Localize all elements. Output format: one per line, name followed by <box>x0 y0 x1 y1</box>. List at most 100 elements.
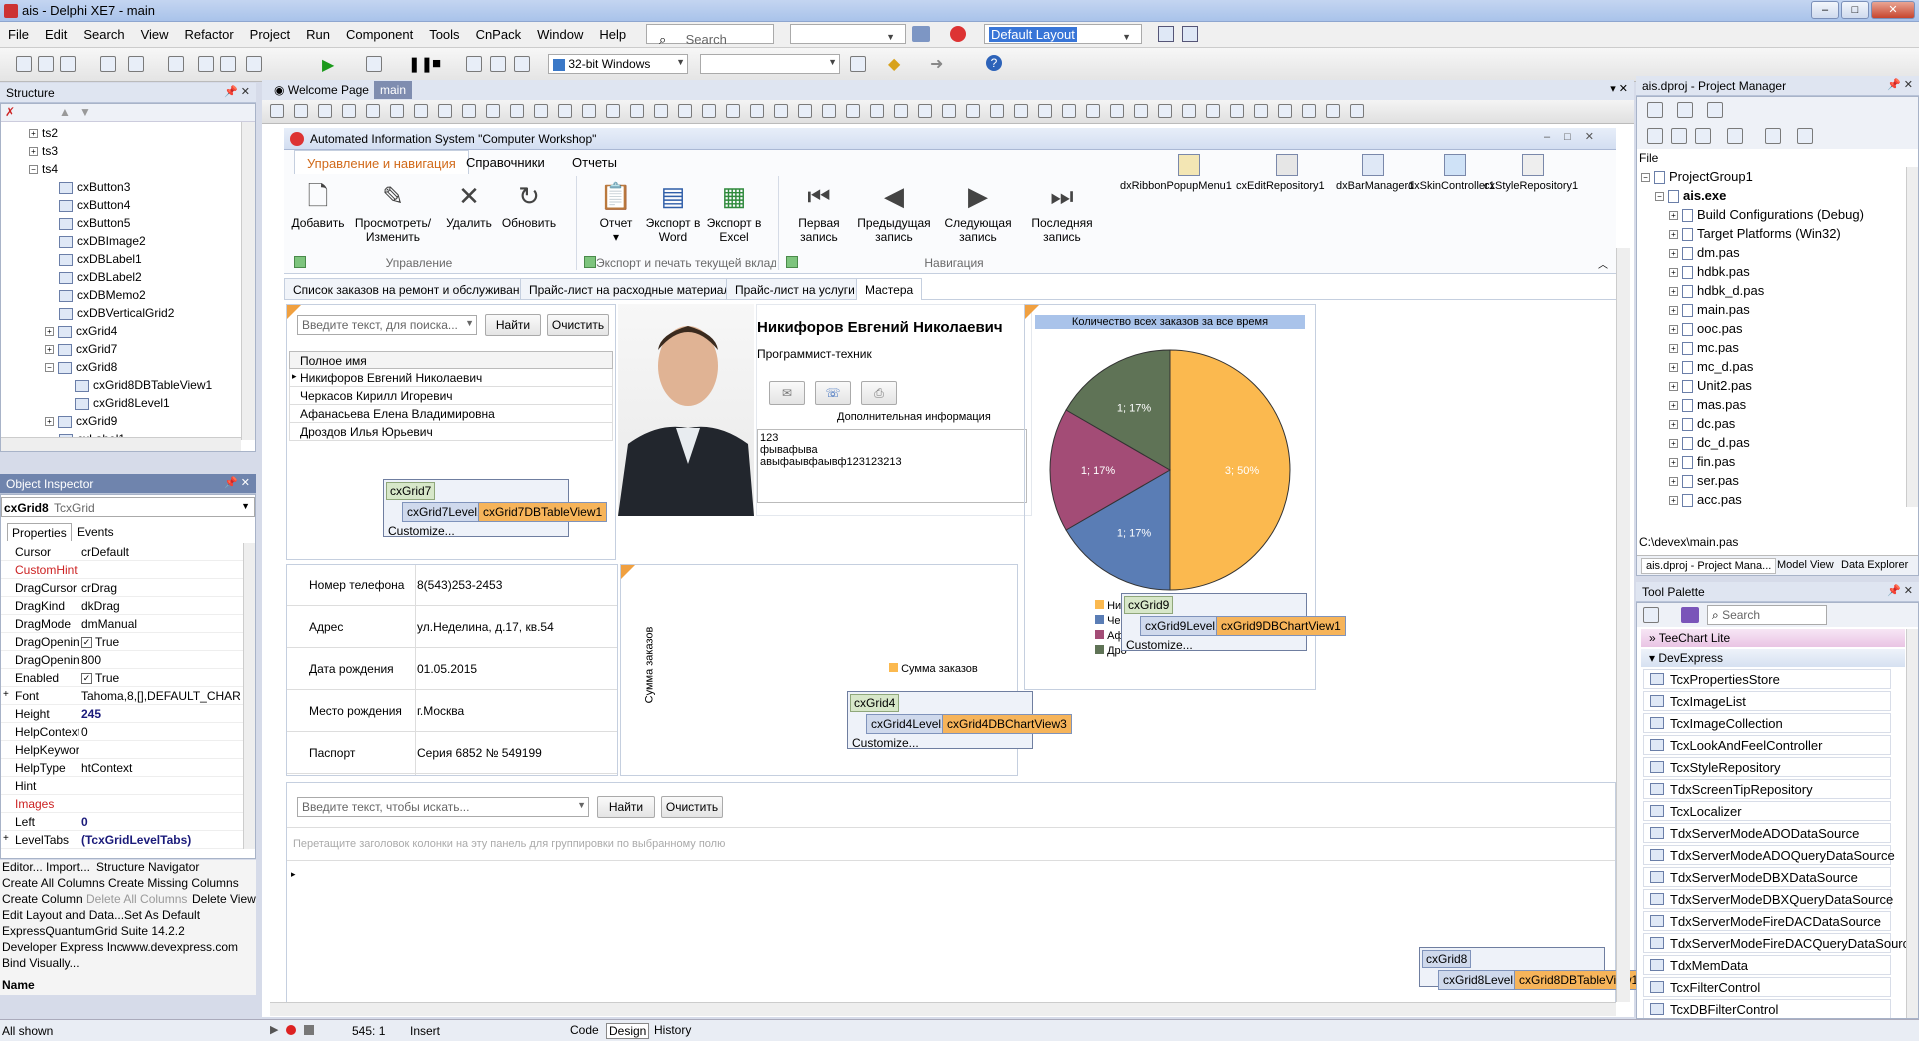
expand-icon[interactable] <box>1671 128 1687 144</box>
project-tree-item[interactable]: + mc.pas <box>1669 340 1739 356</box>
expand-toggle-icon[interactable]: + <box>3 689 9 700</box>
inspector-property-row[interactable]: HelpType htContext <box>1 759 255 777</box>
ribbon-tab-reports[interactable]: Отчеты <box>560 150 629 174</box>
project-tree-item[interactable]: + mas.pas <box>1669 397 1746 413</box>
project-tree-item[interactable]: − ProjectGroup1 <box>1641 169 1753 185</box>
align-tool-icon[interactable] <box>414 104 428 118</box>
maximize-button[interactable]: □ <box>1841 1 1869 19</box>
print-button[interactable]: ⎙ <box>861 381 897 405</box>
edit-repository-component-icon[interactable] <box>1276 154 1298 176</box>
tab-main[interactable]: main <box>374 81 413 99</box>
expand-toggle-icon[interactable]: + <box>1669 306 1678 316</box>
add-button[interactable]: 🗋 Добавить <box>290 180 346 230</box>
config-select[interactable]: ▼ <box>700 54 840 74</box>
palette-item[interactable]: TdxServerModeFireDACDataSource <box>1643 911 1891 931</box>
expand-toggle-icon[interactable]: + <box>1669 382 1678 392</box>
align-tool-icon[interactable] <box>870 104 884 118</box>
form-window-buttons[interactable]: –□✕ <box>1544 130 1608 143</box>
align-tool-icon[interactable] <box>846 104 860 118</box>
align-tool-icon[interactable] <box>1326 104 1340 118</box>
group-options-icon[interactable] <box>294 256 306 268</box>
palette-item[interactable]: TdxServerModeDBXDataSource <box>1643 867 1891 887</box>
cxgrid7-designer[interactable]: cxGrid7 cxGrid7Level1 cxGrid7DBTableView… <box>383 479 608 538</box>
tab-code[interactable]: Code <box>568 1023 601 1037</box>
align-tool-icon[interactable] <box>1134 104 1148 118</box>
grid-view-label[interactable]: cxGrid9DBChartView1 <box>1216 616 1346 636</box>
structure-tree-item[interactable]: cxButton4 <box>59 198 130 212</box>
expand-toggle-icon[interactable]: + <box>1669 363 1678 373</box>
new-project-icon[interactable] <box>1647 102 1663 118</box>
project-tree-item[interactable]: + ooc.pas <box>1669 321 1743 337</box>
project-tree-item[interactable]: + hdbk_d.pas <box>1669 283 1764 299</box>
refresh-button[interactable]: ↻ Обновить <box>498 180 560 230</box>
create-all-columns-link[interactable]: Create All Columns <box>2 876 105 890</box>
prev-record-button[interactable]: ◀ Предыдущая запись <box>852 180 936 244</box>
editor-link[interactable]: Editor... <box>2 860 43 874</box>
save-icon[interactable] <box>168 56 184 72</box>
expand-toggle-icon[interactable]: + <box>3 833 9 844</box>
open-folder-icon[interactable] <box>1677 102 1693 118</box>
structure-tree-item[interactable]: + ts3 <box>29 144 58 158</box>
menu-component[interactable]: Component <box>338 22 421 47</box>
palette-item[interactable]: TcxImageCollection <box>1643 713 1891 733</box>
window-title-bar[interactable]: ais - Delphi XE7 - main – □ ✕ <box>0 0 1919 22</box>
views-icon[interactable] <box>1707 102 1723 118</box>
align-tool-icon[interactable] <box>774 104 788 118</box>
expand-toggle-icon[interactable]: + <box>1669 211 1678 221</box>
tab-project-manager[interactable]: ais.dproj - Project Mana... <box>1641 558 1777 574</box>
open-icon[interactable] <box>128 56 144 72</box>
align-tool-icon[interactable] <box>678 104 692 118</box>
align-tool-icon[interactable] <box>654 104 668 118</box>
config-icon[interactable] <box>850 56 866 72</box>
save-desktop-icon[interactable] <box>1158 26 1174 42</box>
project-tree-item[interactable]: + dc.pas <box>1669 416 1735 432</box>
align-tool-icon[interactable] <box>750 104 764 118</box>
expand-toggle-icon[interactable]: + <box>1669 230 1678 240</box>
pin-icon[interactable]: 📌 ✕ <box>1887 584 1913 597</box>
cxgrid8-designer[interactable]: cxGrid8 cxGrid8Level1 cxGrid8DBTableView… <box>1419 947 1644 990</box>
masters-search-input[interactable]: Введите текст, для поиска... ▼ <box>297 315 477 335</box>
inspector-property-row[interactable]: CustomHint <box>1 561 255 579</box>
palette-item[interactable]: TcxImageList <box>1643 691 1891 711</box>
structure-tree-item[interactable]: cxGrid8Level1 <box>75 396 170 410</box>
expand-toggle-icon[interactable]: + <box>29 129 38 139</box>
structure-tree-item[interactable]: + ts2 <box>29 126 58 140</box>
align-tool-icon[interactable] <box>966 104 980 118</box>
ide-combo-blank[interactable]: ▼ <box>790 24 906 44</box>
palette-item[interactable]: TcxPropertiesStore <box>1643 669 1891 689</box>
expand-toggle-icon[interactable]: − <box>1641 173 1650 183</box>
create-column-link[interactable]: Create Column <box>2 892 83 906</box>
delete-button[interactable]: ✕ Удалить <box>440 180 498 230</box>
project-tree-item[interactable]: + dm.pas <box>1669 245 1740 261</box>
popup-menu-component-icon[interactable] <box>1178 154 1200 176</box>
group-options-icon[interactable] <box>786 256 798 268</box>
align-tool-icon[interactable] <box>462 104 476 118</box>
collapse-ribbon-icon[interactable]: ︿ <box>1598 256 1608 271</box>
project-tree-item[interactable]: + Build Configurations (Debug) <box>1669 207 1864 223</box>
pm-vscrollbar[interactable] <box>1906 167 1918 507</box>
stop-icon[interactable] <box>950 26 966 42</box>
align-tool-icon[interactable] <box>1254 104 1268 118</box>
step-over-icon[interactable] <box>490 56 506 72</box>
palette-item[interactable]: TcxDBFilterControl <box>1643 999 1891 1018</box>
align-tool-icon[interactable] <box>1206 104 1220 118</box>
stop-run-icon[interactable]: ■ <box>432 55 441 72</box>
customize-link[interactable]: Customize... <box>1126 638 1193 652</box>
project-tree-item[interactable]: + dc_d.pas <box>1669 435 1750 451</box>
email-button[interactable]: ✉ <box>769 381 805 405</box>
align-tool-icon[interactable] <box>798 104 812 118</box>
inspector-property-row[interactable]: Hint <box>1 777 255 795</box>
align-tool-icon[interactable] <box>894 104 908 118</box>
customize-link[interactable]: Customize... <box>388 524 455 538</box>
bind-visually-link[interactable]: Bind Visually... <box>2 956 80 970</box>
tab-properties[interactable]: Properties <box>7 523 72 541</box>
menu-search[interactable]: Search <box>75 22 132 47</box>
delete-view-link[interactable]: Delete View <box>192 892 256 906</box>
pie-chart[interactable]: 3; 50% 1; 17% 1; 17% 1; 17% <box>1045 345 1295 595</box>
run-no-debug-icon[interactable] <box>366 56 382 72</box>
report-button[interactable]: 📋 Отчет ▾ <box>588 180 644 244</box>
structure-tree-item[interactable]: cxDBLabel1 <box>59 252 142 266</box>
tab-close-icon[interactable]: ▾ ✕ <box>1610 82 1628 95</box>
play-macro-icon[interactable]: ▶ <box>270 1023 278 1036</box>
new-icon[interactable] <box>16 56 32 72</box>
